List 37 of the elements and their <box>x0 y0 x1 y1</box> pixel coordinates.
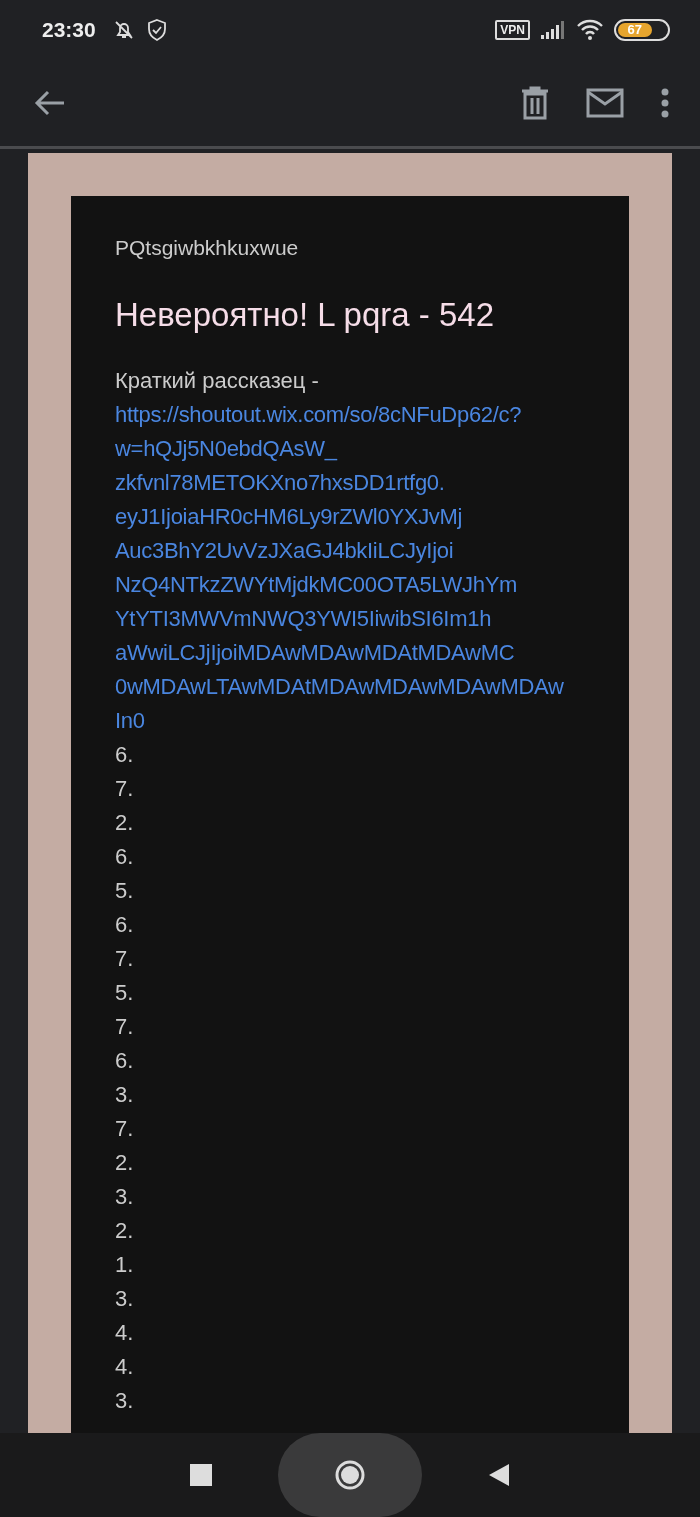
sender-name: PQtsgiwbkhkuxwue <box>115 236 300 260</box>
square-icon <box>190 1464 212 1486</box>
body-line: 2. <box>115 1217 134 1245</box>
body-line: 3. <box>115 1387 134 1415</box>
body-line: 2. <box>115 1149 134 1177</box>
email-link[interactable]: https://shoutout.wix.com/so/8cNFuDp62/c? w=hQJj5N0ebdQAsW_ zkfvnl78METOKXno7hxsDD1rtfg0. eyJ1IjoiaHR0cHM6Ly9rZWl0YXJvMj Auc3BhY2UvVzJXaGJ4bkIiLCJyIjoi NzQ4NTkzZWYtMjdkMC00OTA5LWJhYm YtYTI3MWVmNWQ3YWI5IiwibSI6Im1h aWwiLCJjIjoiMDAwMDAwMDAtMDAwMC 0wMDAwLTAwMDAtMDAwMDAwMDAwMDAw In0 <box>115 398 564 738</box>
body-line: 7. <box>115 1013 134 1041</box>
body-line: 7. <box>115 945 134 973</box>
body-line: 3. <box>115 1183 134 1211</box>
body-line: 6. <box>115 1047 134 1075</box>
shield-check-icon <box>145 18 168 42</box>
body-line: 2. <box>115 809 134 837</box>
body-line: 3. <box>115 1081 134 1109</box>
wifi-icon <box>576 19 604 41</box>
body-line: 6. <box>115 843 134 871</box>
body-line: 4. <box>115 1319 134 1347</box>
signal-icon <box>540 20 566 40</box>
body-line: 5. <box>115 877 134 905</box>
body-line: 6. <box>115 911 134 939</box>
body-line: 7. <box>115 775 134 803</box>
more-vertical-icon <box>660 88 670 118</box>
circle-icon <box>334 1459 366 1491</box>
body-line: 6. <box>115 741 134 769</box>
back-arrow-icon <box>34 89 66 117</box>
battery-indicator: 67 <box>614 19 670 41</box>
trash-icon <box>520 86 550 120</box>
triangle-icon <box>488 1463 510 1487</box>
clock-time: 23:30 <box>42 18 96 42</box>
envelope-icon <box>586 88 624 118</box>
email-subject: Невероятно! L pqra - 542 <box>115 296 496 334</box>
body-line: 1. <box>115 1251 134 1279</box>
body-line: 7. <box>115 1115 134 1143</box>
body-line: 3. <box>115 1285 134 1313</box>
vpn-badge: VPN <box>495 20 530 40</box>
body-text: Краткий рассказец - <box>115 367 319 395</box>
body-line: 4. <box>115 1353 134 1381</box>
body-line: 5. <box>115 979 134 1007</box>
